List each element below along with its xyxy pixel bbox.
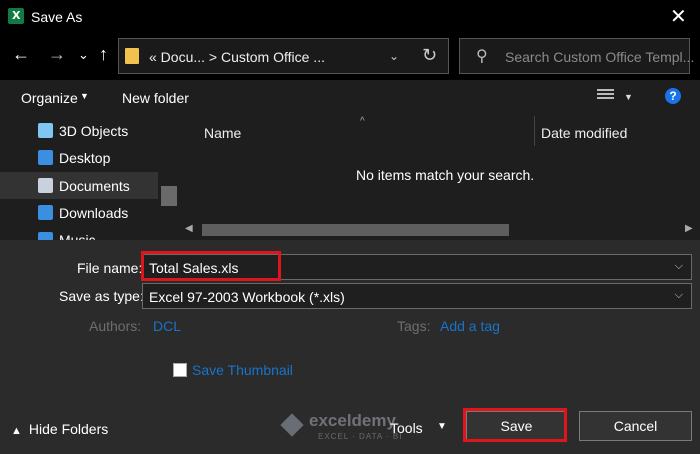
sidebar-item-label: Downloads bbox=[59, 205, 129, 221]
hide-folders-label: Hide Folders bbox=[28, 421, 109, 437]
up-arrow-icon[interactable]: ↑ bbox=[99, 44, 108, 65]
navigation-bar: ← → ⌄ ↑ « Docu... > Custom Office ... ⌄ … bbox=[0, 34, 700, 80]
view-caret-icon[interactable]: ▼ bbox=[624, 92, 633, 102]
new-folder-button[interactable]: New folder bbox=[122, 90, 189, 106]
save-thumbnail-label[interactable]: Save Thumbnail bbox=[192, 362, 293, 378]
close-icon[interactable]: ✕ bbox=[670, 4, 687, 29]
hide-folders-button[interactable]: ▲ Hide Folders bbox=[11, 421, 108, 437]
sidebar-scrollbar[interactable] bbox=[158, 116, 180, 240]
watermark-name: exceldemy bbox=[309, 411, 396, 430]
forward-arrow-icon[interactable]: → bbox=[48, 44, 66, 65]
save-thumbnail-checkbox[interactable] bbox=[173, 363, 187, 377]
3d-objects-icon bbox=[38, 123, 53, 138]
address-path[interactable]: « Docu... > Custom Office ... bbox=[149, 49, 325, 65]
sidebar-item-label: Music bbox=[59, 232, 96, 240]
horizontal-scrollbar-thumb[interactable] bbox=[202, 224, 509, 236]
add-tag-link[interactable]: Add a tag bbox=[440, 318, 500, 334]
sidebar-item-desktop[interactable]: Desktop bbox=[0, 144, 158, 171]
documents-icon bbox=[38, 178, 53, 193]
column-divider[interactable] bbox=[534, 116, 535, 146]
view-options-icon[interactable] bbox=[597, 89, 614, 103]
command-toolbar: Organize ▼ New folder ▼ ? bbox=[0, 80, 700, 116]
empty-results-message: No items match your search. bbox=[356, 167, 535, 183]
sidebar-item-label: 3D Objects bbox=[59, 123, 129, 139]
music-icon bbox=[38, 232, 53, 240]
search-placeholder: Search Custom Office Templ... bbox=[505, 49, 695, 65]
search-icon: ⚲ bbox=[476, 48, 488, 65]
authors-label: Authors: bbox=[89, 318, 142, 334]
downloads-icon bbox=[38, 205, 53, 220]
organize-button[interactable]: Organize bbox=[21, 90, 78, 106]
tags-label: Tags: bbox=[397, 318, 431, 334]
sidebar-item-label: Documents bbox=[59, 178, 130, 194]
save-as-type-chevron-icon[interactable]: ⌵ bbox=[675, 289, 683, 302]
back-arrow-icon[interactable]: ← bbox=[12, 44, 30, 65]
column-header-name[interactable]: Name bbox=[204, 125, 241, 141]
search-input[interactable]: ⚲ Search Custom Office Templ... bbox=[459, 38, 694, 74]
sidebar-item-label: Desktop bbox=[59, 150, 111, 166]
file-name-label: File name: bbox=[77, 260, 143, 276]
title-bar: Save As ✕ bbox=[0, 0, 700, 34]
save-form: File name: Total Sales.xls ⌵ Save as typ… bbox=[0, 240, 700, 454]
refresh-icon[interactable]: ↻ bbox=[422, 45, 437, 66]
file-list: ^ Name Date modified No items match your… bbox=[180, 116, 700, 240]
save-as-type-select[interactable]: Excel 97-2003 Workbook (*.xls) ⌵ bbox=[142, 283, 692, 309]
help-icon[interactable]: ? bbox=[665, 88, 681, 104]
sidebar-scrollbar-thumb[interactable] bbox=[161, 186, 177, 206]
authors-value[interactable]: DCL bbox=[153, 318, 181, 334]
save-as-type-label: Save as type: bbox=[59, 288, 144, 304]
save-button-highlight bbox=[463, 408, 567, 442]
organize-caret-icon[interactable]: ▼ bbox=[80, 91, 89, 101]
tools-caret-icon[interactable]: ▼ bbox=[437, 421, 447, 432]
address-bar[interactable]: « Docu... > Custom Office ... ⌄ ↻ bbox=[118, 38, 449, 74]
sidebar-item-documents[interactable]: Documents bbox=[0, 172, 158, 199]
scroll-right-icon[interactable]: ▶ bbox=[685, 223, 693, 234]
recent-locations-chevron-icon[interactable]: ⌄ bbox=[78, 47, 89, 63]
save-as-type-value[interactable]: Excel 97-2003 Workbook (*.xls) bbox=[149, 289, 345, 305]
window-title: Save As bbox=[31, 9, 83, 25]
desktop-icon bbox=[38, 150, 53, 165]
folder-icon bbox=[125, 48, 139, 64]
navigation-pane: 3D Objects Desktop Documents Downloads M… bbox=[0, 116, 180, 240]
horizontal-scrollbar[interactable]: ◀ ▶ bbox=[180, 220, 700, 240]
chevron-up-icon: ▲ bbox=[11, 425, 22, 437]
file-name-chevron-icon[interactable]: ⌵ bbox=[675, 260, 683, 273]
sort-indicator-icon: ^ bbox=[360, 116, 365, 127]
cancel-button[interactable]: Cancel bbox=[579, 411, 692, 441]
excel-app-icon bbox=[8, 8, 24, 24]
address-chevron-icon[interactable]: ⌄ bbox=[389, 49, 399, 63]
tools-button[interactable]: Tools bbox=[390, 420, 423, 436]
sidebar-item-downloads[interactable]: Downloads bbox=[0, 199, 158, 226]
exceldemy-logo-icon bbox=[280, 413, 304, 437]
scroll-left-icon[interactable]: ◀ bbox=[185, 223, 193, 234]
sidebar-item-music[interactable]: Music bbox=[0, 226, 158, 240]
column-header-date-modified[interactable]: Date modified bbox=[541, 125, 627, 141]
sidebar-item-3d-objects[interactable]: 3D Objects bbox=[0, 117, 158, 144]
file-name-highlight bbox=[141, 251, 281, 281]
